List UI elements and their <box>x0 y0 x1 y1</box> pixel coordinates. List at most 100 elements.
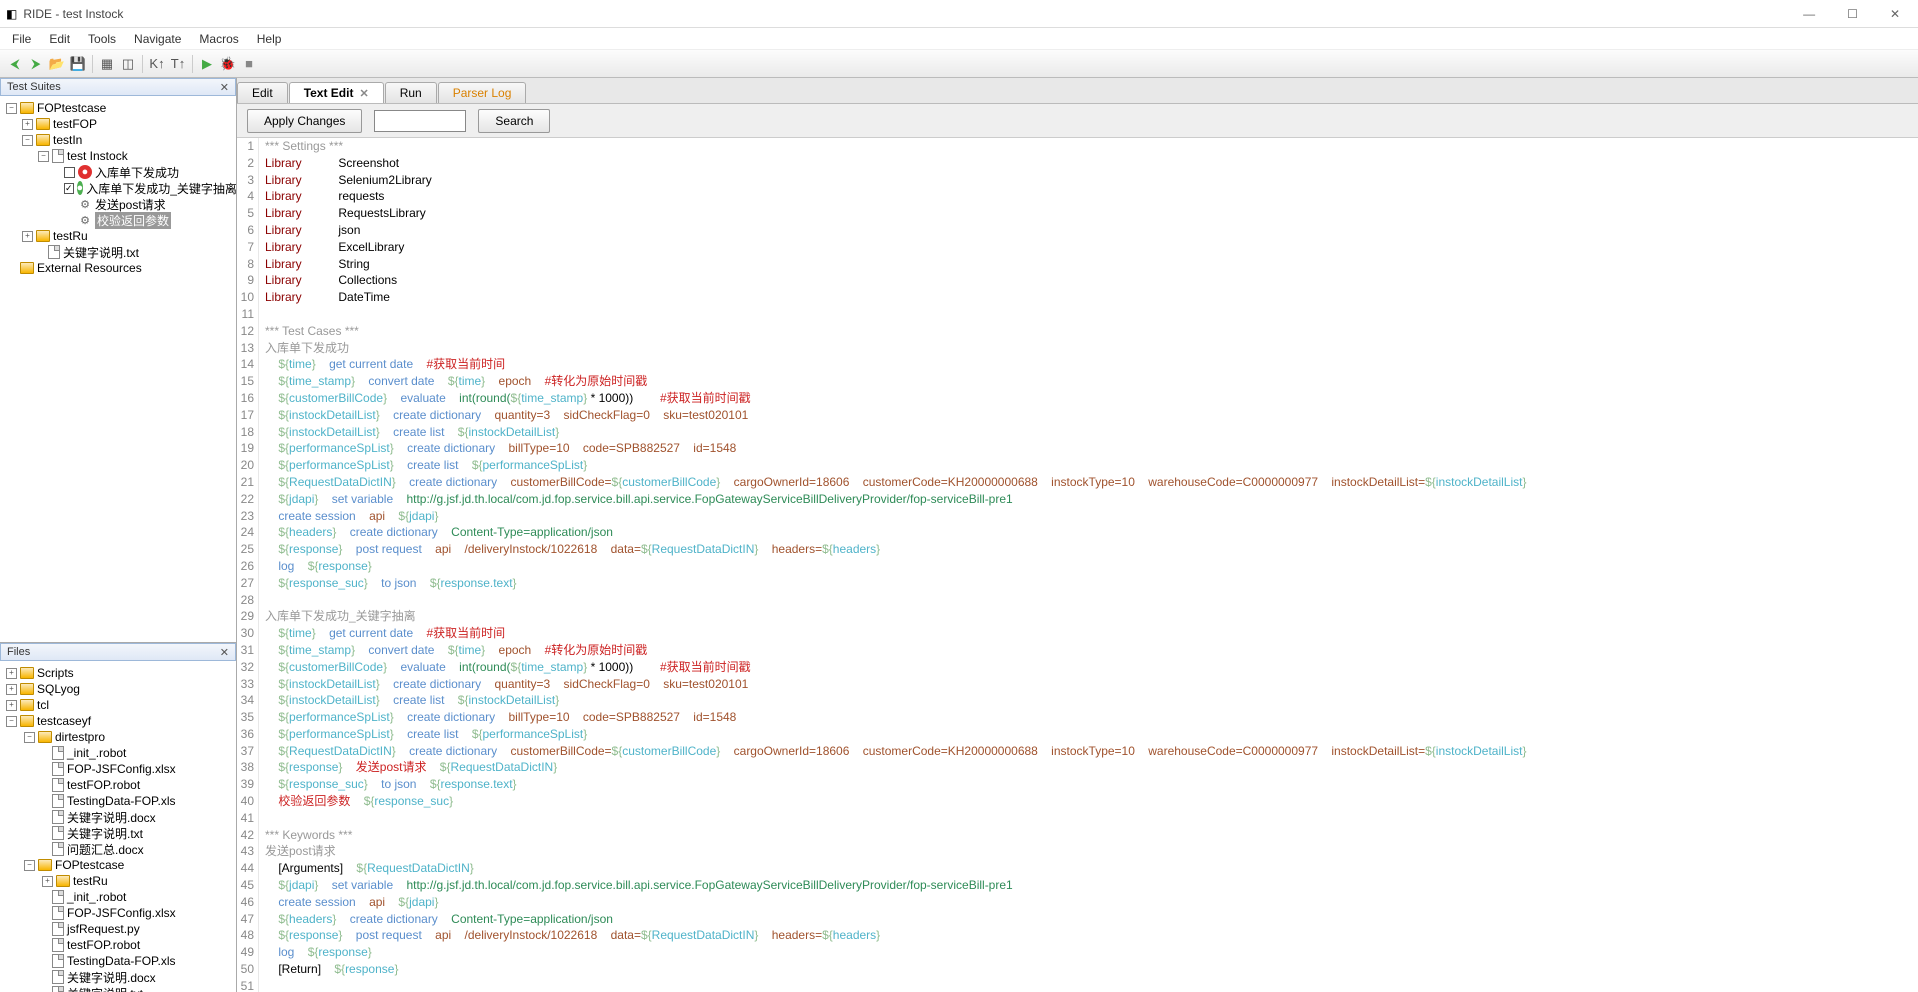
tab-parser-log[interactable]: Parser Log <box>438 82 527 103</box>
file-init2[interactable]: _init_.robot <box>67 890 126 904</box>
file-sqlyog[interactable]: SQLyog <box>37 682 80 696</box>
tab-close-icon[interactable]: ✕ <box>359 87 368 100</box>
file-summary[interactable]: 问题汇总.docx <box>67 841 144 858</box>
tree-expand[interactable]: + <box>6 700 17 711</box>
tree-kw2-selected[interactable]: 校验返回参数 <box>95 212 171 229</box>
grid-icon[interactable]: ▦ <box>98 55 116 73</box>
folder-icon <box>38 859 52 871</box>
code-editor[interactable]: 1*** Settings ***2Library Screenshot3Lib… <box>237 138 1918 992</box>
testcase-checkbox[interactable]: ✓ <box>64 183 74 194</box>
tree-testru[interactable]: testRu <box>53 229 88 243</box>
tree-expand[interactable]: + <box>42 876 53 887</box>
file-testingdata2[interactable]: TestingData-FOP.xls <box>67 954 176 968</box>
keyword-icon: ⚙ <box>78 213 92 227</box>
file-testfoprobot2[interactable]: testFOP.robot <box>67 938 140 952</box>
tree-testinstock[interactable]: test Instock <box>67 149 128 163</box>
window-title: RIDE - test Instock <box>23 7 123 21</box>
tree-collapse[interactable]: − <box>24 732 35 743</box>
tree-external[interactable]: External Resources <box>37 261 142 275</box>
run-icon[interactable]: ▶ <box>198 55 216 73</box>
file-icon <box>52 986 64 992</box>
menu-macros[interactable]: Macros <box>191 30 246 48</box>
tree-collapse[interactable]: − <box>6 103 17 114</box>
file-icon <box>52 762 64 776</box>
tree-tc2[interactable]: 入库单下发成功_关键字抽离 <box>86 180 236 197</box>
tree-expand[interactable]: + <box>22 119 33 130</box>
file-icon <box>52 778 64 792</box>
file-testru[interactable]: testRu <box>73 874 108 888</box>
keyword-icon[interactable]: K↑ <box>148 55 166 73</box>
window-controls: — ☐ ✕ <box>1791 3 1912 25</box>
save-icon[interactable]: 💾 <box>69 55 87 73</box>
nav-back-icon[interactable]: ⮜ <box>6 55 24 73</box>
editor-tabs: Edit Text Edit✕ Run Parser Log <box>237 78 1918 104</box>
file-fopjsf2[interactable]: FOP-JSFConfig.xlsx <box>67 906 176 920</box>
tab-edit[interactable]: Edit <box>237 82 288 103</box>
panel-close-icon[interactable]: ✕ <box>220 646 229 659</box>
menu-file[interactable]: File <box>4 30 39 48</box>
tree-testfop[interactable]: testFOP <box>53 117 97 131</box>
tree-collapse[interactable]: − <box>22 135 33 146</box>
debug-icon[interactable]: 🐞 <box>219 55 237 73</box>
tree-collapse[interactable]: − <box>6 716 17 727</box>
tree-expand[interactable]: + <box>6 684 17 695</box>
file-testfoprobot[interactable]: testFOP.robot <box>67 778 140 792</box>
titlebar-left: ◧ RIDE - test Instock <box>6 7 123 21</box>
menu-edit[interactable]: Edit <box>41 30 78 48</box>
minimize-button[interactable]: — <box>1791 3 1827 25</box>
test-suites-label: Test Suites <box>7 81 61 93</box>
file-init[interactable]: _init_.robot <box>67 746 126 760</box>
tree-expand[interactable]: + <box>6 668 17 679</box>
folder-icon <box>20 683 34 695</box>
folder-icon <box>20 102 34 114</box>
file-scripts[interactable]: Scripts <box>37 666 74 680</box>
file-testcaseyf[interactable]: testcaseyf <box>37 714 91 728</box>
close-button[interactable]: ✕ <box>1878 3 1912 25</box>
testcase-icon: ● <box>78 165 92 179</box>
editor-actions: Apply Changes Search <box>237 104 1918 138</box>
tree-txt1[interactable]: 关键字说明.txt <box>63 244 139 261</box>
apply-changes-button[interactable]: Apply Changes <box>247 109 362 133</box>
file-tcl[interactable]: tcl <box>37 698 49 712</box>
copy-icon[interactable]: ◫ <box>119 55 137 73</box>
file-icon <box>52 810 64 824</box>
file-jsfreq[interactable]: jsfRequest.py <box>67 922 140 936</box>
tree-collapse[interactable]: − <box>24 860 35 871</box>
tree-root[interactable]: FOPtestcase <box>37 101 106 115</box>
menu-tools[interactable]: Tools <box>80 30 124 48</box>
tree-tc1[interactable]: 入库单下发成功 <box>95 164 179 181</box>
menu-help[interactable]: Help <box>249 30 290 48</box>
file-icon <box>52 149 64 163</box>
search-input[interactable] <box>374 110 466 132</box>
tree-expand[interactable]: + <box>22 231 33 242</box>
file-kwdesc-txt[interactable]: 关键字说明.txt <box>67 825 143 842</box>
nav-fwd-icon[interactable]: ⮞ <box>27 55 45 73</box>
folder-icon <box>36 230 50 242</box>
file-icon <box>52 906 64 920</box>
file-kwdesc-docx[interactable]: 关键字说明.docx <box>67 809 156 826</box>
file-kwdesc-docx2[interactable]: 关键字说明.docx <box>67 969 156 986</box>
file-icon <box>52 746 64 760</box>
maximize-button[interactable]: ☐ <box>1835 3 1870 25</box>
file-dirtestpro[interactable]: dirtestpro <box>55 730 105 744</box>
menu-bar: File Edit Tools Navigate Macros Help <box>0 28 1918 50</box>
tab-text-edit[interactable]: Text Edit✕ <box>289 82 384 103</box>
file-icon <box>52 826 64 840</box>
folder-icon <box>20 715 34 727</box>
tree-testin[interactable]: testIn <box>53 133 82 147</box>
menu-navigate[interactable]: Navigate <box>126 30 189 48</box>
file-testingdata[interactable]: TestingData-FOP.xls <box>67 794 176 808</box>
open-icon[interactable]: 📂 <box>48 55 66 73</box>
tree-collapse[interactable]: − <box>38 151 49 162</box>
file-fopjsf[interactable]: FOP-JSFConfig.xlsx <box>67 762 176 776</box>
tab-run[interactable]: Run <box>385 82 437 103</box>
testcase-checkbox[interactable] <box>64 167 75 178</box>
testcase-icon[interactable]: T↑ <box>169 55 187 73</box>
panel-close-icon[interactable]: ✕ <box>220 81 229 94</box>
stop-icon[interactable]: ■ <box>240 55 258 73</box>
search-button[interactable]: Search <box>478 109 550 133</box>
file-kwdesc-txt2[interactable]: 关键字说明.txt <box>67 985 143 992</box>
toolbar: ⮜ ⮞ 📂 💾 ▦ ◫ K↑ T↑ ▶ 🐞 ■ <box>0 50 1918 78</box>
file-foptestcase[interactable]: FOPtestcase <box>55 858 124 872</box>
tree-kw1[interactable]: 发送post请求 <box>95 196 166 213</box>
